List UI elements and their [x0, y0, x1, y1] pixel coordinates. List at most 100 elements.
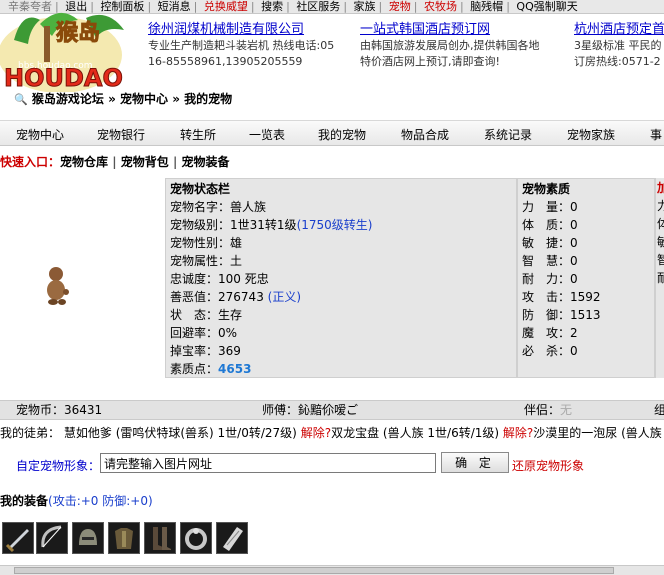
breadcrumb-pet-center[interactable]: 宠物中心 [120, 92, 168, 106]
pet-menu-bar: 宠物中心 宠物银行 转生所 一览表 我的宠物 物品合成 系统记录 宠物家族 事 [0, 120, 664, 146]
attr-row: 耐 力：0 [522, 272, 578, 286]
nav-family[interactable]: 家族 [354, 0, 376, 13]
ad-line: 16-85558961,13905205559 [148, 55, 303, 68]
apprentice-name[interactable]: 沙漠里的一泡尿 [533, 426, 617, 440]
ad-line: 由韩国旅游发展局创办,提供韩国各地 [360, 39, 540, 52]
label: 素质点： [170, 362, 219, 376]
pet-evade: 0% [218, 326, 238, 340]
menu-pet-center[interactable]: 宠物中心 [16, 126, 64, 143]
nav-search[interactable]: 搜索 [261, 0, 283, 13]
restore-image-link[interactable]: 还原宠物形象 [512, 457, 584, 474]
image-url-input[interactable] [100, 453, 436, 473]
apprentice-name[interactable]: 双龙宝盘 [331, 426, 379, 440]
logo-url-text: bbs.houdao.com [18, 61, 93, 71]
attr-row: 敏 捷：0 [522, 236, 578, 250]
menu-pet-family[interactable]: 宠物家族 [567, 126, 615, 143]
coin-value: 36431 [64, 403, 103, 417]
helmet-icon[interactable] [72, 522, 104, 554]
ad-block-2[interactable]: 一站式韩国酒店预订网 由韩国旅游发展局创办,提供韩国各地 特价酒店网上预订,请即… [360, 21, 566, 70]
status-points-row: 素质点：4653 [170, 360, 251, 378]
label: 状 态： [170, 308, 219, 322]
nav-community[interactable]: 社区服务 [296, 0, 340, 13]
pet-name: 兽人族 [230, 200, 267, 214]
ad-line: 特价酒店网上预订,请即查询! [360, 55, 500, 68]
equipment-header: 我的装备(攻击:+0 防御:+0) [0, 492, 153, 509]
pet-loyalty: 100 死忠 [218, 272, 269, 286]
apprentice-info: (兽人族 1世/6转/1级) [382, 426, 500, 440]
menu-rebirth[interactable]: 转生所 [180, 126, 216, 143]
attr-row: 必 杀：0 [522, 344, 578, 358]
menu-my-pet[interactable]: 我的宠物 [318, 126, 366, 143]
site-logo[interactable]: 猴岛 HOUDAO bbs.houdao.com [0, 0, 135, 92]
pet-karma: 276743 [218, 290, 264, 304]
partner-label: 伴侣： [524, 403, 561, 417]
equipment-title: 我的装备 [0, 494, 49, 508]
ad-title[interactable]: 徐州润煤机械制造有限公司 [148, 21, 352, 38]
pet-element: 土 [230, 254, 243, 268]
label: 善恶值： [170, 290, 219, 304]
label: 宠物级别： [170, 218, 231, 232]
armor-icon[interactable] [108, 522, 140, 554]
pet-points: 4653 [218, 362, 252, 376]
ad-block-1[interactable]: 徐州润煤机械制造有限公司 专业生产制造耙斗装岩机 热线电话:05 16-8555… [148, 21, 352, 70]
clipped-label: 敏 [657, 233, 664, 251]
nav-pets[interactable]: 宠物 [389, 0, 411, 13]
ad-line: 3星级标准 平民的 [574, 39, 662, 52]
clipped-label: 力 [657, 197, 664, 215]
label: 回避率： [170, 326, 219, 340]
boots-icon[interactable] [144, 522, 176, 554]
clipped-label: 组 [654, 403, 664, 417]
apprentice-list: 我的徒弟： 慧如他爹 (雷鸣伏特球(兽系) 1世/0转/27级) 解除?双龙宝盘… [0, 424, 664, 442]
quick-link-warehouse[interactable]: 宠物仓库 [60, 155, 108, 169]
pet-portrait [0, 178, 165, 378]
sword-icon[interactable] [2, 522, 34, 554]
equipment-stats: (攻击:+0 防御:+0) [48, 494, 153, 508]
nav-farm[interactable]: 农牧场 [424, 0, 457, 13]
attr-row: 防 御：1513 [522, 308, 601, 322]
ring-icon[interactable] [180, 522, 212, 554]
pet-status-panel: 宠物状态栏 宠物名字：兽人族 宠物级别：1世31转1级(1750级转生) 宠物性… [165, 178, 517, 378]
logo-chinese-text: 猴岛 [56, 20, 100, 46]
ad-line: 订房热线:0571-2 [574, 55, 661, 68]
scrollbar-thumb[interactable] [14, 567, 614, 574]
quick-label: 快速入口： [0, 155, 61, 169]
menu-pet-bank[interactable]: 宠物银行 [97, 126, 145, 143]
menu-more[interactable]: 事 [650, 126, 662, 143]
ad-title[interactable]: 杭州酒店预定首 [574, 21, 664, 38]
confirm-button[interactable]: 确 定 [441, 452, 509, 473]
menu-item-synthesis[interactable]: 物品合成 [401, 126, 449, 143]
bow-icon[interactable] [36, 522, 68, 554]
status-evade-row: 回避率：0% [170, 324, 237, 342]
ad-line: 专业生产制造耙斗装岩机 热线电话:05 [148, 39, 335, 52]
attributes-title: 宠物素质 [522, 182, 571, 196]
apprentice-name[interactable]: 慧如他爹 [64, 426, 112, 440]
dismiss-apprentice-link[interactable]: 解除? [301, 426, 331, 440]
quick-link-backpack[interactable]: 宠物背包 [121, 155, 169, 169]
pet-avatar-icon [47, 267, 69, 305]
shield-icon[interactable] [216, 522, 248, 554]
dismiss-apprentice-link[interactable]: 解除? [503, 426, 533, 440]
master-name[interactable]: 鈊黯伱嗳ご [298, 401, 358, 420]
nav-exchange[interactable]: 兑换威望 [204, 0, 248, 13]
attr-row: 力 量：0 [522, 200, 578, 214]
menu-system-log[interactable]: 系统记录 [484, 126, 532, 143]
horizontal-scrollbar[interactable] [0, 565, 664, 575]
pet-level: 1世31转1级 [230, 218, 297, 232]
label: 宠物属性： [170, 254, 231, 268]
search-icon: 🔍 [14, 93, 28, 106]
pet-attributes-panel: 宠物素质 力 量：0 体 质：0 敏 捷：0 智 慧：0 耐 力：0 攻 击：1… [517, 178, 655, 378]
nav-messages[interactable]: 短消息 [158, 0, 191, 13]
clipped-label: 耐 [657, 269, 664, 287]
breadcrumb-forum[interactable]: 猴岛游戏论坛 [32, 92, 104, 106]
pet-state: 生存 [218, 308, 243, 322]
label: 宠物名字： [170, 200, 231, 214]
clipped-label: 加 [657, 179, 664, 197]
logo-graphic: 猴岛 HOUDAO bbs.houdao.com [0, 12, 124, 92]
status-gender-row: 宠物性别：雄 [170, 234, 242, 252]
nav-brainless-hat[interactable]: 脑残帽 [470, 0, 503, 13]
nav-qq-chat[interactable]: QQ强制聊天 [516, 0, 577, 13]
ad-block-3[interactable]: 杭州酒店预定首 3星级标准 平民的 订房热线:0571-2 [574, 21, 664, 70]
ad-title[interactable]: 一站式韩国酒店预订网 [360, 21, 566, 38]
quick-link-equipment[interactable]: 宠物装备 [182, 155, 230, 169]
menu-overview[interactable]: 一览表 [249, 126, 285, 143]
